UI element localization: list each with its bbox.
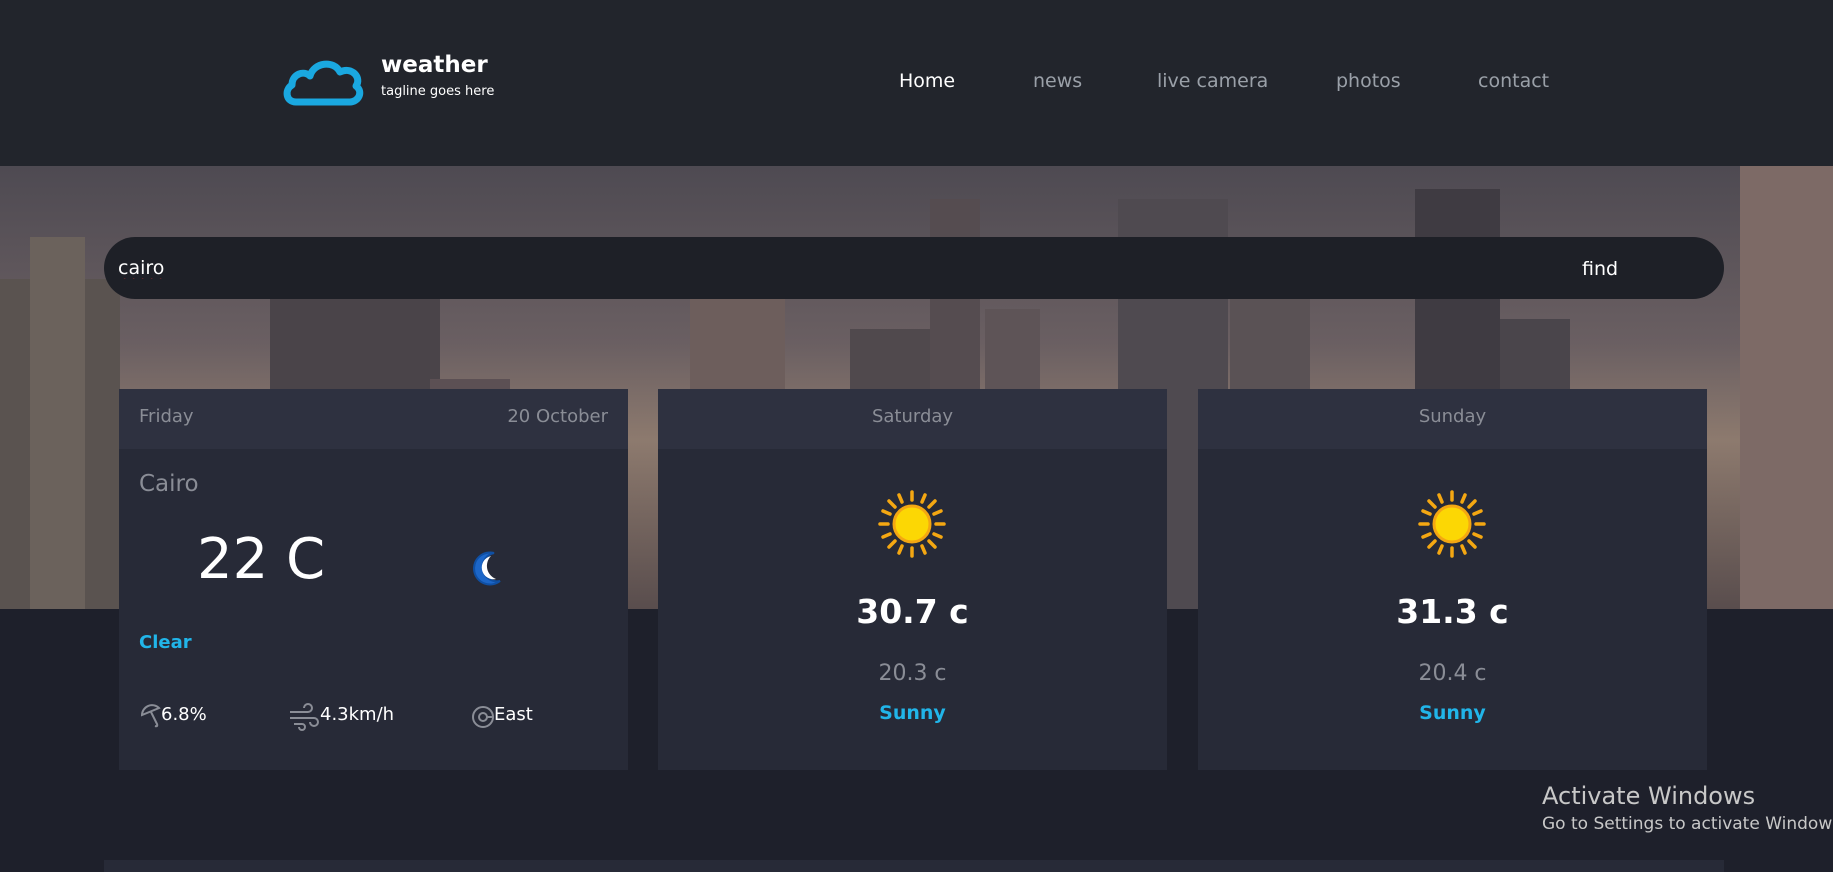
forecast-max-temp-2: 31.3 c (1396, 592, 1509, 631)
current-condition: Clear (139, 632, 192, 653)
today-day: Friday (139, 406, 194, 427)
today-date: 20 October (507, 406, 608, 427)
city-name: Cairo (139, 471, 199, 497)
find-button[interactable]: find (1582, 258, 1618, 280)
sun-icon (878, 490, 946, 558)
watermark-subtitle: Go to Settings to activate Windows. (1542, 814, 1833, 834)
brand-tagline: tagline goes here (381, 84, 495, 99)
forecast-min-temp-2: 20.4 c (1418, 661, 1487, 686)
brand-title: weather (381, 52, 488, 78)
wind-speed-value: 4.3km/h (320, 704, 395, 725)
today-card-header: Friday 20 October (119, 389, 628, 449)
nav-news[interactable]: news (1033, 70, 1082, 92)
nav-live-camera[interactable]: live camera (1157, 70, 1268, 92)
windows-activation-watermark: Activate Windows Go to Settings to activ… (1542, 782, 1833, 834)
nav-home[interactable]: Home (899, 70, 955, 92)
forecast-min-temp-1: 20.3 c (878, 661, 947, 686)
brand-logo[interactable]: weather tagline goes here (282, 52, 494, 112)
moon-icon (473, 551, 501, 586)
rain-value: 6.8% (161, 704, 207, 725)
forecast-day-2: Sunday (1418, 406, 1487, 427)
wind-icon (290, 703, 319, 731)
today-card: Friday 20 October Cairo 22 C Clear 6.8% … (119, 389, 628, 770)
forecast-card-2: Sunday 31.3 c 20.4 c Sunny (1198, 389, 1707, 770)
site-header: weather tagline goes here Home news live… (0, 0, 1833, 166)
cloud-icon (283, 60, 364, 106)
forecast-day-1: Saturday (871, 406, 954, 427)
nav-photos[interactable]: photos (1336, 70, 1401, 92)
nav-contact[interactable]: contact (1478, 70, 1549, 92)
forecast-condition-2: Sunny (1419, 702, 1486, 724)
search-input[interactable] (118, 255, 1518, 281)
forecast-card-1-header: Saturday (658, 389, 1167, 449)
forecast-card-2-header: Sunday (1198, 389, 1707, 449)
compass-icon (472, 706, 494, 728)
forecast-condition-1: Sunny (879, 702, 946, 724)
umbrella-icon (140, 704, 161, 728)
forecast-card-1: Saturday 30.7 c 20.3 c Sunny (658, 389, 1167, 770)
current-temperature: 22 C (197, 527, 326, 592)
watermark-title: Activate Windows (1542, 782, 1756, 810)
footer-strip (104, 860, 1724, 872)
sun-icon (1418, 490, 1486, 558)
wind-direction-value: East (494, 704, 533, 725)
forecast-max-temp-1: 30.7 c (856, 592, 969, 631)
